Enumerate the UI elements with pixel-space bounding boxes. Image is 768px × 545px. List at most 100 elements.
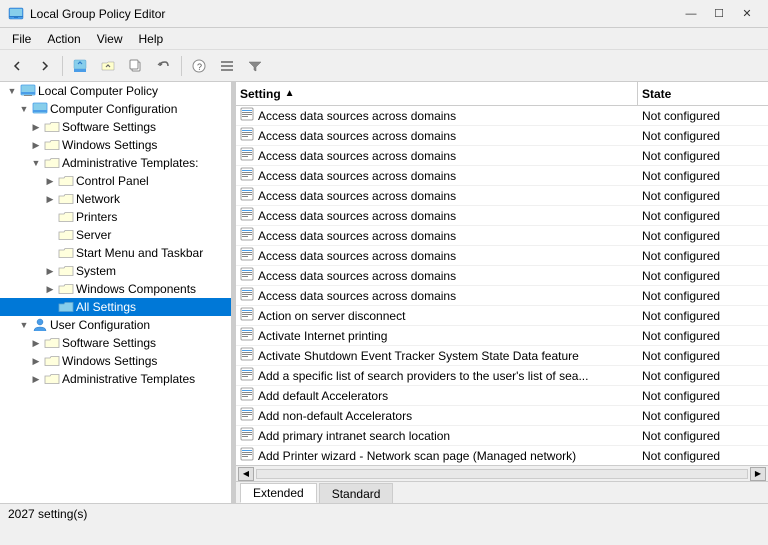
table-row[interactable]: Access data sources across domains Not c… <box>236 186 768 206</box>
policy-icon <box>240 447 254 464</box>
menu-view[interactable]: View <box>89 30 131 48</box>
titlebar: Local Group Policy Editor — ☐ ✕ <box>0 0 768 28</box>
user-config-label: User Configuration <box>50 318 150 332</box>
root-icon <box>20 83 36 99</box>
setting-text: Activate Shutdown Event Tracker System S… <box>258 349 579 363</box>
scroll-left-button[interactable]: ◀ <box>238 467 254 481</box>
policy-icon <box>240 427 254 444</box>
user-config-icon <box>32 317 48 333</box>
setting-text: Add default Accelerators <box>258 389 388 403</box>
cell-setting: Access data sources across domains <box>236 247 638 264</box>
copy-button[interactable] <box>123 53 149 79</box>
cell-state: Not configured <box>638 129 768 143</box>
view-button[interactable] <box>214 53 240 79</box>
tree-node-user-config[interactable]: ▼ User Configuration <box>0 316 231 334</box>
windows-settings-label: Windows Settings <box>62 138 157 152</box>
expand-icon-software-settings-user: ▶ <box>28 335 44 351</box>
cell-state: Not configured <box>638 149 768 163</box>
menu-help[interactable]: Help <box>131 30 172 48</box>
column-header-setting[interactable]: Setting ▲ <box>236 82 638 105</box>
table-row[interactable]: Access data sources across domains Not c… <box>236 206 768 226</box>
table-row[interactable]: Activate Internet printing Not configure… <box>236 326 768 346</box>
table-row[interactable]: Access data sources across domains Not c… <box>236 246 768 266</box>
back-button[interactable] <box>4 53 30 79</box>
printers-label: Printers <box>76 210 117 224</box>
tree-node-windows-components[interactable]: ▶ Windows Components <box>0 280 231 298</box>
help-button[interactable]: ? <box>186 53 212 79</box>
forward-button[interactable] <box>32 53 58 79</box>
expand-icon-user-config: ▼ <box>16 317 32 333</box>
table-row[interactable]: Add Printer wizard - Network scan page (… <box>236 446 768 465</box>
table-row[interactable]: Add a specific list of search providers … <box>236 366 768 386</box>
table-row[interactable]: Activate Shutdown Event Tracker System S… <box>236 346 768 366</box>
table-header: Setting ▲ State <box>236 82 768 106</box>
table-row[interactable]: Access data sources across domains Not c… <box>236 106 768 126</box>
control-panel-label: Control Panel <box>76 174 149 188</box>
table-row[interactable]: Access data sources across domains Not c… <box>236 166 768 186</box>
tree-node-windows-settings-user[interactable]: ▶ Windows Settings <box>0 352 231 370</box>
tree-node-start-menu[interactable]: ▶ Start Menu and Taskbar <box>0 244 231 262</box>
tree-node-root[interactable]: ▼ Local Computer Policy <box>0 82 231 100</box>
tab-extended[interactable]: Extended <box>240 483 317 503</box>
policy-icon <box>240 387 254 404</box>
tab-standard[interactable]: Standard <box>319 483 394 503</box>
tree-node-network[interactable]: ▶ Network <box>0 190 231 208</box>
maximize-button[interactable]: ☐ <box>706 4 732 24</box>
minimize-button[interactable]: — <box>678 4 704 24</box>
tree-node-admin-templates[interactable]: ▼ Administrative Templates: <box>0 154 231 172</box>
table-row[interactable]: Access data sources across domains Not c… <box>236 226 768 246</box>
undo-button[interactable] <box>151 53 177 79</box>
cell-setting: Add default Accelerators <box>236 387 638 404</box>
cell-setting: Access data sources across domains <box>236 287 638 304</box>
up-button[interactable] <box>67 53 93 79</box>
tree-panel: ▼ Local Computer Policy ▼ Computer Confi… <box>0 82 232 503</box>
close-button[interactable]: ✕ <box>734 4 760 24</box>
tree-node-all-settings[interactable]: ▶ All Settings <box>0 298 231 316</box>
tree-node-control-panel[interactable]: ▶ Control Panel <box>0 172 231 190</box>
menu-action[interactable]: Action <box>39 30 88 48</box>
policy-icon <box>240 367 254 384</box>
scroll-track[interactable] <box>256 469 748 479</box>
tree-node-server[interactable]: ▶ Server <box>0 226 231 244</box>
setting-text: Access data sources across domains <box>258 169 456 183</box>
cell-setting: Access data sources across domains <box>236 267 638 284</box>
table-row[interactable]: Action on server disconnect Not configur… <box>236 306 768 326</box>
sort-icon: ▲ <box>285 88 295 99</box>
tree-node-windows-settings[interactable]: ▶ Windows Settings <box>0 136 231 154</box>
table-row[interactable]: Access data sources across domains Not c… <box>236 286 768 306</box>
status-text: 2027 setting(s) <box>8 507 87 521</box>
table-row[interactable]: Add primary intranet search location Not… <box>236 426 768 446</box>
tree-node-printers[interactable]: ▶ Printers <box>0 208 231 226</box>
policy-icon <box>240 107 254 124</box>
start-menu-icon <box>58 245 74 261</box>
tree-node-software-settings-user[interactable]: ▶ Software Settings <box>0 334 231 352</box>
tree-node-admin-templates-user[interactable]: ▶ Administrative Templates <box>0 370 231 388</box>
toolbar-separator-2 <box>181 56 182 76</box>
setting-text: Access data sources across domains <box>258 269 456 283</box>
table-row[interactable]: Add non-default Accelerators Not configu… <box>236 406 768 426</box>
horizontal-scrollbar[interactable]: ◀ ▶ <box>236 465 768 481</box>
tree-node-computer-config[interactable]: ▼ Computer Configuration <box>0 100 231 118</box>
table-row[interactable]: Access data sources across domains Not c… <box>236 146 768 166</box>
tree-node-system[interactable]: ▶ System <box>0 262 231 280</box>
scroll-right-button[interactable]: ▶ <box>750 467 766 481</box>
right-panel: Setting ▲ State Access <box>236 82 768 503</box>
cell-setting: Add primary intranet search location <box>236 427 638 444</box>
server-icon <box>58 227 74 243</box>
up-folder-button[interactable] <box>95 53 121 79</box>
cell-state: Not configured <box>638 209 768 223</box>
filter-button[interactable] <box>242 53 268 79</box>
admin-templates-icon <box>44 155 60 171</box>
table-row[interactable]: Access data sources across domains Not c… <box>236 126 768 146</box>
server-label: Server <box>76 228 111 242</box>
table-row[interactable]: Access data sources across domains Not c… <box>236 266 768 286</box>
admin-templates-user-icon <box>44 371 60 387</box>
cell-state: Not configured <box>638 309 768 323</box>
policy-icon <box>240 147 254 164</box>
cell-setting: Activate Internet printing <box>236 327 638 344</box>
policy-icon <box>240 267 254 284</box>
table-row[interactable]: Add default Accelerators Not configured <box>236 386 768 406</box>
tree-node-software-settings[interactable]: ▶ Software Settings <box>0 118 231 136</box>
menu-file[interactable]: File <box>4 30 39 48</box>
column-header-state[interactable]: State <box>638 82 768 105</box>
